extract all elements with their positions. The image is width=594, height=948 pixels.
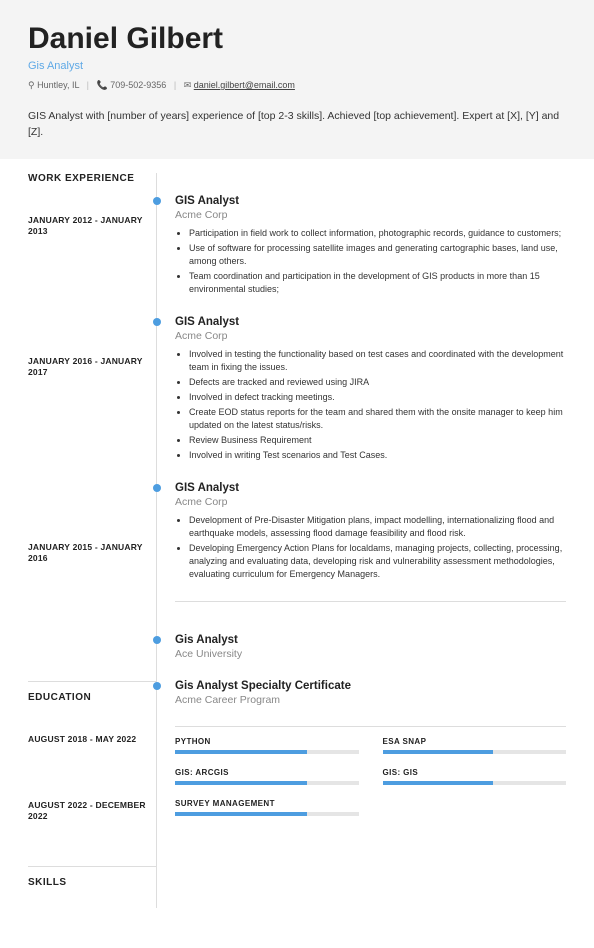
divider — [28, 681, 156, 682]
job-title: GIS Analyst — [175, 316, 566, 328]
skill-bar — [175, 750, 359, 754]
pin-icon: ⚲ — [28, 80, 35, 90]
edu-title: Gis Analyst — [175, 634, 566, 646]
left-column: WORK EXPERIENCE JANUARY 2012 - JANUARY 20… — [28, 173, 156, 908]
summary-text: GIS Analyst with [number of years] exper… — [0, 109, 594, 159]
skills-grid: PYTHON ESA SNAP GIS: ARCGIS GIS: GIS SUR… — [175, 737, 566, 816]
skill-item: SURVEY MANAGEMENT — [175, 799, 359, 816]
skill-item: PYTHON — [175, 737, 359, 754]
location-text: Huntley, IL — [37, 80, 79, 90]
divider — [28, 866, 156, 867]
bullet-item: Involved in testing the functionality ba… — [189, 348, 566, 374]
timeline-dot — [153, 318, 161, 326]
date-range: JANUARY 2016 - JANUARY 2017 — [28, 356, 156, 380]
email-link[interactable]: daniel.gilbert@email.com — [194, 80, 295, 90]
bullet-item: Involved in writing Test scenarios and T… — [189, 449, 566, 462]
bullet-item: Team coordination and participation in t… — [189, 270, 566, 296]
skill-bar-fill — [175, 750, 307, 754]
edu-title: Gis Analyst Specialty Certificate — [175, 680, 566, 692]
date-range: AUGUST 2018 - MAY 2022 — [28, 734, 156, 746]
skill-bar-fill — [175, 812, 307, 816]
date-range: AUGUST 2022 - DECEMBER 2022 — [28, 800, 156, 824]
skill-bar-fill — [383, 750, 493, 754]
section-heading-skills: SKILLS — [28, 877, 156, 888]
bullet-item: Review Business Requirement — [189, 434, 566, 447]
skill-bar — [175, 781, 359, 785]
bullet-item: Defects are tracked and reviewed using J… — [189, 376, 566, 389]
skill-name: SURVEY MANAGEMENT — [175, 799, 359, 808]
bullet-list: Involved in testing the functionality ba… — [175, 348, 566, 462]
divider — [175, 601, 566, 602]
timeline-dot — [153, 682, 161, 690]
phone-icon: 📞 — [97, 80, 108, 90]
job-title: GIS Analyst — [175, 482, 566, 494]
header: Daniel Gilbert Gis Analyst ⚲ Huntley, IL… — [0, 0, 594, 109]
contact-line: ⚲ Huntley, IL | 📞 709-502-9356 | ✉ danie… — [28, 80, 566, 91]
mail-icon: ✉ — [184, 80, 192, 90]
skill-bar — [383, 781, 567, 785]
skill-item: GIS: ARCGIS — [175, 768, 359, 785]
bullet-item: Use of software for processing satellite… — [189, 242, 566, 268]
skill-name: ESA SNAP — [383, 737, 567, 746]
date-range: JANUARY 2012 - JANUARY 2013 — [28, 215, 156, 239]
timeline-dot — [153, 636, 161, 644]
date-range: JANUARY 2015 - JANUARY 2016 — [28, 542, 156, 566]
phone-text: 709-502-9356 — [110, 80, 166, 90]
timeline-dot — [153, 197, 161, 205]
section-heading-work: WORK EXPERIENCE — [28, 173, 156, 184]
bullet-item: Involved in defect tracking meetings. — [189, 391, 566, 404]
school-name: Acme Career Program — [175, 694, 566, 706]
separator: | — [87, 80, 89, 90]
company-name: Acme Corp — [175, 496, 566, 508]
bullet-item: Participation in field work to collect i… — [189, 227, 566, 240]
skill-item: GIS: GIS — [383, 768, 567, 785]
skill-name: GIS: ARCGIS — [175, 768, 359, 777]
skill-bar — [175, 812, 359, 816]
skill-bar-fill — [383, 781, 493, 785]
skill-item: ESA SNAP — [383, 737, 567, 754]
bullet-item: Development of Pre-Disaster Mitigation p… — [189, 514, 566, 540]
job-title: GIS Analyst — [175, 195, 566, 207]
content: WORK EXPERIENCE JANUARY 2012 - JANUARY 20… — [0, 159, 594, 948]
skill-bar-fill — [175, 781, 307, 785]
section-heading-edu: EDUCATION — [28, 692, 156, 703]
school-name: Ace University — [175, 648, 566, 660]
bullet-item: Create EOD status reports for the team a… — [189, 406, 566, 432]
job-title-header: Gis Analyst — [28, 60, 566, 72]
skill-bar — [383, 750, 567, 754]
skill-name: GIS: GIS — [383, 768, 567, 777]
bullet-item: Developing Emergency Action Plans for lo… — [189, 542, 566, 581]
timeline-dot — [153, 484, 161, 492]
bullet-list: Participation in field work to collect i… — [175, 227, 566, 296]
separator: | — [174, 80, 176, 90]
company-name: Acme Corp — [175, 209, 566, 221]
right-column: GIS Analyst Acme Corp Participation in f… — [156, 173, 566, 908]
person-name: Daniel Gilbert — [28, 22, 566, 56]
company-name: Acme Corp — [175, 330, 566, 342]
bullet-list: Development of Pre-Disaster Mitigation p… — [175, 514, 566, 581]
divider — [175, 726, 566, 727]
skill-name: PYTHON — [175, 737, 359, 746]
